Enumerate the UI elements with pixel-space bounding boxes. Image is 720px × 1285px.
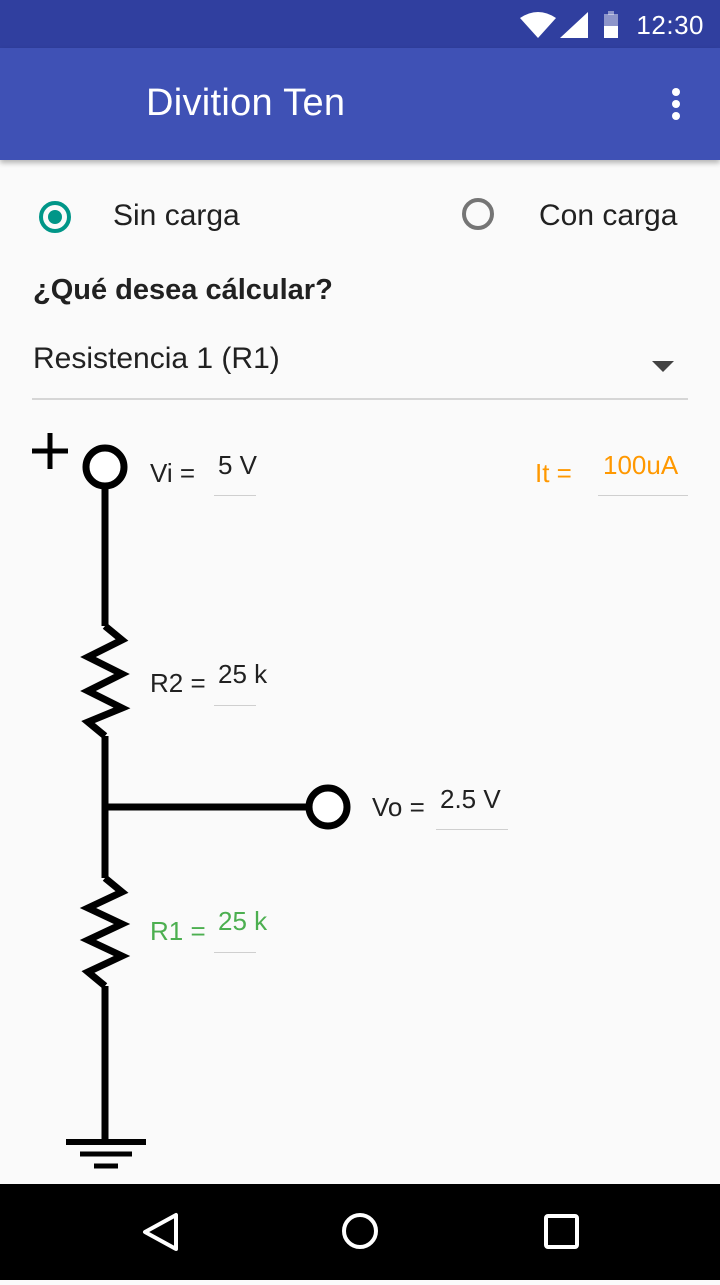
vi-underline <box>214 495 256 496</box>
r2-label: R2 = <box>150 668 206 698</box>
resistor-r1 <box>79 875 131 989</box>
recents-icon[interactable] <box>544 1214 579 1249</box>
vi-terminal <box>82 444 128 490</box>
r1-label: R1 = <box>150 916 206 946</box>
r1-input[interactable]: 25 k <box>218 906 267 937</box>
calculate-select[interactable]: Resistencia 1 (R1) <box>32 330 688 400</box>
status-time: 12:30 <box>636 10 704 40</box>
home-icon[interactable] <box>342 1213 378 1249</box>
status-bar: 12:30 <box>0 0 720 48</box>
resistor-r2 <box>80 623 131 739</box>
vo-label: Vo = <box>372 792 425 822</box>
status-icons <box>520 11 618 38</box>
back-icon[interactable] <box>143 1213 178 1251</box>
vo-terminal <box>305 784 351 830</box>
radio-label-sin-carga[interactable]: Sin carga <box>113 199 240 233</box>
ground-icon <box>66 1139 146 1169</box>
more-vert-icon[interactable] <box>656 76 696 132</box>
app-bar: Divition Ten <box>0 48 720 160</box>
vo-underline <box>436 829 508 830</box>
app-title: Divition Ten <box>146 82 346 124</box>
question-heading: ¿Qué desea cálcular? <box>33 274 333 306</box>
plus-icon <box>32 433 68 469</box>
calculate-select-value[interactable]: Resistencia 1 (R1) <box>33 342 280 376</box>
radio-button-checked-icon[interactable] <box>39 201 71 233</box>
it-input[interactable]: 100uA <box>603 450 678 481</box>
it-underline <box>598 495 688 496</box>
dropdown-arrow-icon[interactable] <box>652 361 674 372</box>
r1-underline <box>214 952 256 953</box>
r2-underline <box>214 705 256 706</box>
wifi-icon <box>520 12 556 38</box>
nav-bar <box>0 1184 720 1280</box>
radio-label-con-carga[interactable]: Con carga <box>539 199 677 233</box>
cell-signal-icon <box>560 12 588 38</box>
radio-button-unchecked-icon[interactable] <box>462 198 494 230</box>
vi-input[interactable]: 5 V <box>218 450 257 481</box>
vi-label: Vi = <box>150 458 196 488</box>
vo-input[interactable]: 2.5 V <box>440 784 501 815</box>
r2-input[interactable]: 25 k <box>218 659 267 690</box>
voltage-divider-diagram <box>32 433 351 1169</box>
it-label: It = <box>535 458 572 488</box>
battery-icon <box>604 11 618 38</box>
